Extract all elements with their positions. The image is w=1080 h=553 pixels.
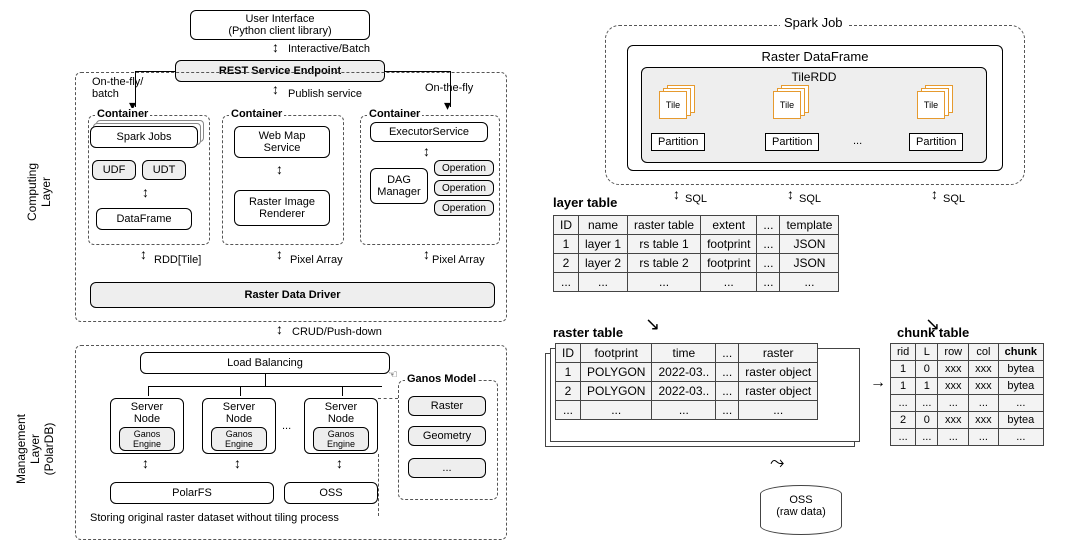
lt-h-rtable: raster table [628, 216, 701, 235]
layer-table: ID name raster table extent ... template… [553, 215, 839, 292]
management-layer-label: Management Layer (PolarDB) [14, 414, 56, 484]
udf-box: UDF [92, 160, 136, 180]
lt-h-extent: extent [701, 216, 757, 235]
lt-h-ell: ... [757, 216, 780, 235]
dataframe-box: DataFrame [96, 208, 192, 230]
operation-box-2: Operation [434, 180, 494, 196]
server-node-2: Server Node Ganos Engine [202, 398, 276, 454]
load-balancing-box: Load Balancing [140, 352, 390, 374]
ganos-engine-3: Ganos Engine [313, 427, 369, 451]
container-1-label: Container [95, 108, 150, 120]
arrow-driver-mgmt: ↕ [276, 322, 283, 336]
arrow-exec-dag: ↕ [423, 144, 430, 158]
ganos-model-label: Ganos Model [405, 373, 478, 385]
arrow-c3-driver: ↕ [423, 247, 430, 261]
arrow-raster-chunk: → [870, 375, 886, 391]
ganos-geometry-box: Geometry [408, 426, 486, 446]
server-node-ellipsis: ... [282, 420, 291, 432]
raster-data-driver-box: Raster Data Driver [90, 282, 495, 308]
spark-jobs-box: Spark Jobs [90, 126, 198, 148]
ganos-engine-2: Ganos Engine [211, 427, 267, 451]
raster-dataframe-label: Raster DataFrame [762, 49, 869, 64]
label-crud-pushdown: CRUD/Push-down [292, 326, 382, 338]
hand-icon: ☜ [388, 368, 398, 381]
arrow-n1-fs: ↕ [142, 456, 149, 470]
arrow-rest-down: ↕ [272, 82, 279, 96]
arrow-sql-3: ↕ [931, 187, 938, 201]
server-node-3: Server Node Ganos Engine [304, 398, 378, 454]
label-publish-service: Publish service [288, 88, 362, 100]
arrow-n2-fs: ↕ [234, 456, 241, 470]
arrow-raster-oss: ⤳ [770, 453, 784, 471]
arrow-layer-raster: ↘ [645, 315, 660, 333]
arrow-n3-fs: ↕ [336, 456, 343, 470]
polarfs-box: PolarFS [110, 482, 274, 504]
operation-box-3: Operation [434, 200, 494, 216]
label-pixel-array-2: Pixel Array [432, 254, 485, 266]
computing-layer-label: Computing Layer [25, 163, 53, 221]
label-sql-1: SQL [685, 193, 707, 205]
user-interface-box: User Interface (Python client library) [190, 10, 370, 40]
layer-table-title: layer table [553, 195, 617, 210]
tile-rdd-label: TileRDD [792, 70, 837, 84]
arrow-wms-rir: ↕ [276, 162, 283, 176]
arrow-to-c3: ▾ [444, 98, 451, 112]
chunk-table: rid L row col chunk 1 0 xxx xxx bytea 1 … [890, 343, 1044, 446]
partition-1: Partition [651, 133, 705, 151]
spark-job-label: Spark Job [780, 15, 847, 30]
raster-image-renderer-box: Raster Image Renderer [234, 190, 330, 226]
tile-icon: Tile [659, 91, 687, 119]
server-node-1: Server Node Ganos Engine [110, 398, 184, 454]
lt-h-id: ID [554, 216, 579, 235]
label-pixel-array-1: Pixel Array [290, 254, 343, 266]
ui-title-2: (Python client library) [228, 25, 331, 37]
tile-icon: Tile [917, 91, 945, 119]
udt-box: UDT [142, 160, 186, 180]
ui-title-1: User Interface [245, 13, 314, 25]
label-rdd-tile: RDD[Tile] [154, 254, 201, 266]
ganos-raster-box: Raster [408, 396, 486, 416]
operation-box-1: Operation [434, 160, 494, 176]
data-model-diagram-right: Spark Job Raster DataFrame TileRDD Tile … [545, 15, 1070, 545]
partition-3: Partition [909, 133, 963, 151]
executor-service-box: ExecutorService [370, 122, 488, 142]
dag-manager-box: DAG Manager [370, 168, 428, 204]
storing-note: Storing original raster dataset without … [90, 512, 339, 524]
arrow-ui-rest: ↕ [272, 40, 279, 54]
partition-2: Partition [765, 133, 819, 151]
chunk-table-title: chunk table [897, 325, 969, 340]
label-sql-3: SQL [943, 193, 965, 205]
ganos-engine-1: Ganos Engine [119, 427, 175, 451]
arrow-udf-df: ↕ [142, 185, 149, 199]
arrow-sql-2: ↕ [787, 187, 794, 201]
container-3-label: Container [367, 108, 422, 120]
lt-h-name: name [579, 216, 628, 235]
ganos-ellipsis-box: ... [408, 458, 486, 478]
label-interactive-batch: Interactive/Batch [288, 43, 370, 55]
oss-box: OSS [284, 482, 378, 504]
oss-cylinder: OSS (raw data) [760, 485, 842, 535]
arrow-c2-driver: ↕ [276, 247, 283, 261]
web-map-service-box: Web Map Service [234, 126, 330, 158]
arrow-c1-driver: ↕ [140, 247, 147, 261]
raster-table: ID footprint time ... raster 1 POLYGON 2… [555, 343, 818, 420]
partition-ellipsis: ... [853, 135, 862, 147]
architecture-diagram-left: User Interface (Python client library) ↕… [20, 10, 520, 540]
tile-icon: Tile [773, 91, 801, 119]
lt-h-template: template [780, 216, 839, 235]
label-sql-2: SQL [799, 193, 821, 205]
arrow-sql-1: ↕ [673, 187, 680, 201]
container-2-label: Container [229, 108, 284, 120]
raster-table-title: raster table [553, 325, 623, 340]
